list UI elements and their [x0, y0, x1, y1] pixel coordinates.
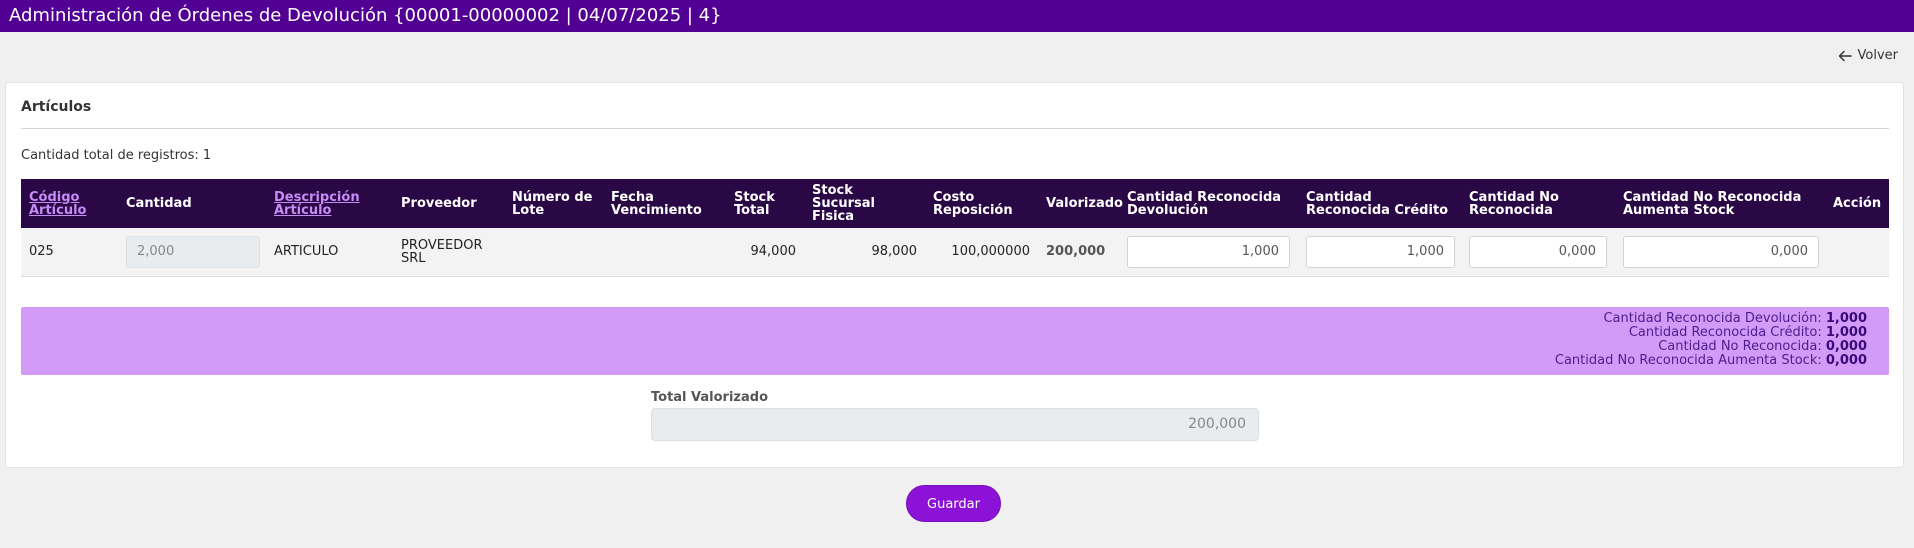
cantidad-input [126, 235, 260, 268]
cell-cant-no-rec [1461, 228, 1615, 277]
column-header-accion: Acción [1825, 179, 1889, 228]
column-header-lote: Número de Lote [504, 179, 603, 228]
cant-rec-cred-input[interactable] [1306, 235, 1455, 268]
cell-lote [504, 228, 603, 277]
save-button[interactable]: Guardar [906, 485, 1001, 522]
cell-stock-total: 94,000 [726, 228, 804, 277]
back-button[interactable]: Volver [1838, 48, 1899, 63]
divider [21, 128, 1889, 129]
column-header-costo: Costo Reposición [925, 179, 1038, 228]
cell-costo: 100,000000 [925, 228, 1038, 277]
cell-cant-rec-cred [1298, 228, 1461, 277]
cell-valorizado: 200,000 [1038, 228, 1119, 277]
table-header-row: Código Artículo Cantidad Descripción Art… [21, 179, 1889, 228]
column-header-stock-sucursal: Stock Sucursal Fisica [804, 179, 925, 228]
column-header-cant-no-rec-stock: Cantidad No Reconocida Aumenta Stock [1615, 179, 1825, 228]
total-valorizado-field: 200,000 [651, 408, 1259, 441]
summary-box: Cantidad Reconocida Devolución: 1,000 Ca… [21, 307, 1889, 375]
total-label: Total Valorizado [651, 390, 768, 405]
cant-rec-dev-input[interactable] [1127, 235, 1290, 268]
column-header-cant-rec-dev: Cantidad Reconocida Devolución [1119, 179, 1298, 228]
cant-no-rec-input[interactable] [1469, 235, 1607, 268]
column-header-descripcion[interactable]: Descripción Artículo [266, 179, 393, 228]
cant-no-rec-stock-input[interactable] [1623, 235, 1819, 268]
column-header-codigo[interactable]: Código Artículo [21, 179, 118, 228]
articles-panel: Artículos Cantidad total de registros: 1… [5, 82, 1904, 468]
summary-line: Cantidad Reconocida Crédito: 1,000 [1628, 325, 1867, 340]
page-title: Administración de Órdenes de Devolución … [0, 0, 1914, 32]
cell-cantidad [118, 228, 266, 277]
summary-line: Cantidad No Reconocida Aumenta Stock: 0,… [1554, 353, 1867, 368]
back-label: Volver [1857, 48, 1899, 63]
cell-stock-sucursal: 98,000 [804, 228, 925, 277]
cell-cant-rec-dev [1119, 228, 1298, 277]
cell-vencimiento [603, 228, 726, 277]
cell-descripcion: ARTICULO [266, 228, 393, 277]
articles-table: Código Artículo Cantidad Descripción Art… [21, 179, 1889, 277]
column-header-cant-no-rec: Cantidad No Reconocida [1461, 179, 1615, 228]
column-header-cantidad: Cantidad [118, 179, 266, 228]
cell-cant-no-rec-stock [1615, 228, 1825, 277]
column-header-proveedor: Proveedor [393, 179, 504, 228]
cell-proveedor: PROVEEDOR SRL [393, 228, 504, 277]
column-header-cant-rec-cred: Cantidad Reconocida Crédito [1298, 179, 1461, 228]
summary-line: Cantidad No Reconocida: 0,000 [1658, 339, 1867, 354]
column-header-stock-total: Stock Total [726, 179, 804, 228]
cell-accion [1825, 228, 1889, 277]
arrow-left-icon [1838, 50, 1852, 61]
summary-line: Cantidad Reconocida Devolución: 1,000 [1603, 311, 1867, 326]
column-header-vencimiento: Fecha Vencimiento [603, 179, 726, 228]
record-count: Cantidad total de registros: 1 [21, 148, 212, 163]
table-row: 025 ARTICULO PROVEEDOR SRL 94,000 98,000… [21, 228, 1889, 277]
section-title: Artículos [21, 99, 92, 115]
column-header-valorizado: Valorizado [1038, 179, 1123, 228]
cell-codigo: 025 [21, 228, 118, 277]
